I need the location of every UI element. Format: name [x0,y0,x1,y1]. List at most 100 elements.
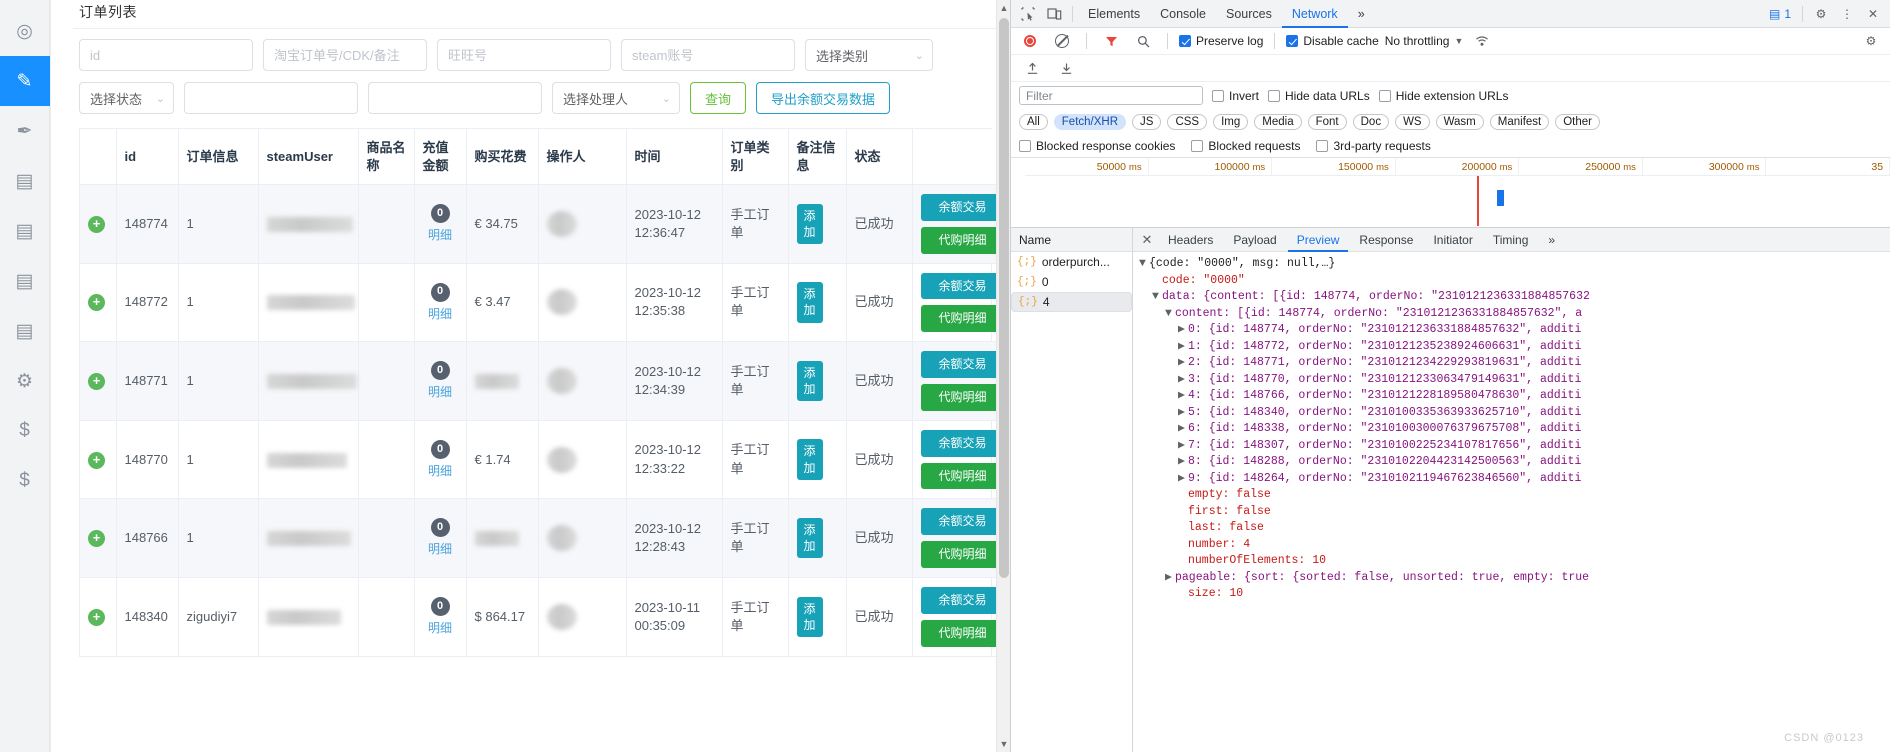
message-count-badge[interactable]: ▤ 1 [1769,7,1791,21]
json-line[interactable]: ▼ data: {content: [{id: 148774, orderNo: … [1139,289,1890,306]
purchase-detail-button[interactable]: 代购明细 [920,619,1005,647]
purchase-detail-button[interactable]: 代购明细 [920,226,1005,254]
expand-row-icon[interactable]: + [88,451,105,469]
detail-link[interactable]: 明细 [423,620,458,637]
resource-chip-wasm[interactable]: Wasm [1435,113,1484,130]
detail-link[interactable]: 明细 [423,306,458,323]
json-line[interactable]: first: false [1139,504,1890,521]
inspect-element-icon[interactable] [1015,1,1041,27]
search-icon[interactable] [1130,28,1156,54]
row-expand-cell[interactable]: + [80,420,117,500]
resource-chip-other[interactable]: Other [1555,113,1600,130]
json-line[interactable]: code: "0000" [1139,273,1890,290]
json-toggle-icon[interactable]: ▶ [1178,355,1188,372]
search-button[interactable]: 查询 [690,82,747,114]
table-row[interactable]: +148771 1 0 明细 2023-10-12 12:34:39 手工订单 添加 已成功余… [80,341,1010,421]
json-toggle-icon[interactable]: ▶ [1178,339,1188,356]
sidebar-pen-icon[interactable]: ✒ [0,106,50,156]
resource-chip-css[interactable]: CSS [1167,113,1208,130]
preview-json-tree[interactable]: ▼ {code: "0000", msg: null,…} code: "0000"… [1133,252,1890,752]
wifi-icon[interactable] [1469,28,1495,54]
third-party-requests-checkbox[interactable]: 3rd-party requests [1316,139,1431,153]
json-toggle-icon[interactable]: ▼ [1165,306,1175,323]
sidebar-calendar-icon-3[interactable]: ▤ [0,256,50,306]
request-row[interactable]: {;} orderpurch... [1011,252,1132,272]
export-balance-button[interactable]: 导出余额交易数据 [756,82,891,114]
category-select[interactable]: 选择类别 ⌄ [805,39,933,71]
tab-network[interactable]: Network [1282,0,1348,28]
wangwang-input[interactable] [437,39,611,71]
tab-elements[interactable]: Elements [1078,0,1150,28]
row-expand-cell[interactable]: + [80,577,117,657]
hide-data-urls-checkbox[interactable]: Hide data URLs [1268,89,1370,103]
json-line[interactable]: ▶ 1: {id: 148772, orderNo: "2310121235238… [1139,339,1890,356]
json-toggle-icon[interactable]: ▶ [1178,471,1188,488]
steam-account-input[interactable] [621,39,795,71]
json-line[interactable]: ▶ 4: {id: 148766, orderNo: "2310121228189… [1139,388,1890,405]
more-options-icon[interactable]: ⋮ [1834,1,1860,27]
json-line[interactable]: ▶ 2: {id: 148771, orderNo: "2310121234229… [1139,355,1890,372]
blocked-requests-checkbox[interactable]: Blocked requests [1191,139,1300,153]
table-row[interactable]: +148340 zigudiyi7 0 明细 $ 864.17 2023-10-11 00… [80,577,1010,657]
add-remark-button[interactable]: 添加 [796,360,823,402]
json-toggle-icon[interactable]: ▼ [1139,256,1149,273]
page-scrollbar-thumb[interactable] [999,18,1009,578]
record-button[interactable] [1017,28,1043,54]
resource-chip-js[interactable]: JS [1132,113,1162,130]
json-toggle-icon[interactable]: ▶ [1178,322,1188,339]
resource-chip-font[interactable]: Font [1307,113,1347,130]
sidebar-dollar-icon-1[interactable]: $ [0,406,50,456]
settings-gear-icon[interactable]: ⚙ [1808,1,1834,27]
table-row[interactable]: +148772 1 0 明细 € 3.47 2023-10-12 12:35:38 手工订单… [80,263,1010,343]
json-line[interactable]: ▶ 3: {id: 148770, orderNo: "2310121233063… [1139,372,1890,389]
detail-link[interactable]: 明细 [423,384,458,401]
request-row[interactable]: {;} 0 [1011,272,1132,292]
date-start-input[interactable] [184,82,358,114]
json-line[interactable]: ▶ 5: {id: 148340, orderNo: "2310100335363… [1139,405,1890,422]
detail-link[interactable]: 明细 [423,227,458,244]
resource-chip-fetch-xhr[interactable]: Fetch/XHR [1053,113,1127,130]
balance-transaction-button[interactable]: 余额交易 [920,194,1005,221]
sidebar-dollar-icon-2[interactable]: $ [0,456,50,506]
scroll-down-arrow[interactable]: ▼ [997,736,1010,752]
disable-cache-checkbox[interactable]: Disable cache [1286,34,1379,48]
add-remark-button[interactable]: 添加 [796,596,823,638]
row-expand-cell[interactable]: + [80,498,117,579]
row-expand-cell[interactable]: + [80,184,117,264]
network-filter-input[interactable] [1019,86,1203,105]
detail-tab-response[interactable]: Response [1350,228,1422,252]
json-toggle-icon[interactable]: ▶ [1178,454,1188,471]
device-toolbar-icon[interactable] [1041,1,1067,27]
preserve-log-checkbox[interactable]: Preserve log [1179,34,1263,48]
resource-chip-doc[interactable]: Doc [1352,113,1390,130]
json-toggle-icon[interactable]: ▶ [1178,388,1188,405]
balance-transaction-button[interactable]: 余额交易 [920,587,1005,614]
expand-row-icon[interactable]: + [88,530,105,548]
invert-checkbox[interactable]: Invert [1212,89,1259,103]
network-timeline-overview[interactable]: 50000 ms 100000 ms 150000 ms 200000 ms 25000… [1011,158,1890,228]
detail-tab-preview[interactable]: Preview [1288,228,1349,252]
blocked-response-cookies-checkbox[interactable]: Blocked response cookies [1019,139,1175,153]
expand-row-icon[interactable]: + [88,608,105,626]
balance-transaction-button[interactable]: 余额交易 [920,429,1005,457]
add-remark-button[interactable]: 添加 [796,282,823,323]
status-select[interactable]: 选择状态 ⌄ [79,82,174,114]
sidebar-edit-icon[interactable]: ✎ [0,56,50,106]
table-row[interactable]: +148774 1 0 明细 € 34.75 2023-10-12 12:36:47 手工订… [80,184,1010,264]
clear-network-log-icon[interactable] [1049,28,1075,54]
throttling-select[interactable]: No throttling ▼ [1385,34,1464,48]
json-line[interactable]: ▶ 6: {id: 148338, orderNo: "2310100300076… [1139,421,1890,438]
json-line[interactable]: numberOfElements: 10 [1139,553,1890,570]
table-row[interactable]: +148766 1 0 明细 2023-10-12 12:28:43 手工订单 添加 已成功余… [80,498,1010,579]
detail-more-tabs-icon[interactable]: » [1539,228,1564,252]
sidebar-dashboard-icon[interactable]: ◎ [0,6,50,56]
network-settings-icon[interactable]: ⚙ [1858,28,1884,54]
json-line[interactable]: ▶ 8: {id: 148288, orderNo: "2310102204423… [1139,454,1890,471]
close-devtools-icon[interactable]: ✕ [1860,1,1886,27]
detail-link[interactable]: 明细 [423,541,458,558]
tab-console[interactable]: Console [1150,0,1216,28]
detail-tab-headers[interactable]: Headers [1159,228,1222,252]
export-har-icon[interactable] [1053,55,1079,81]
json-line[interactable]: ▶ 7: {id: 148307, orderNo: "2310100225234… [1139,438,1890,455]
json-line[interactable]: ▶ 9: {id: 148264, orderNo: "2310102119467… [1139,471,1890,488]
